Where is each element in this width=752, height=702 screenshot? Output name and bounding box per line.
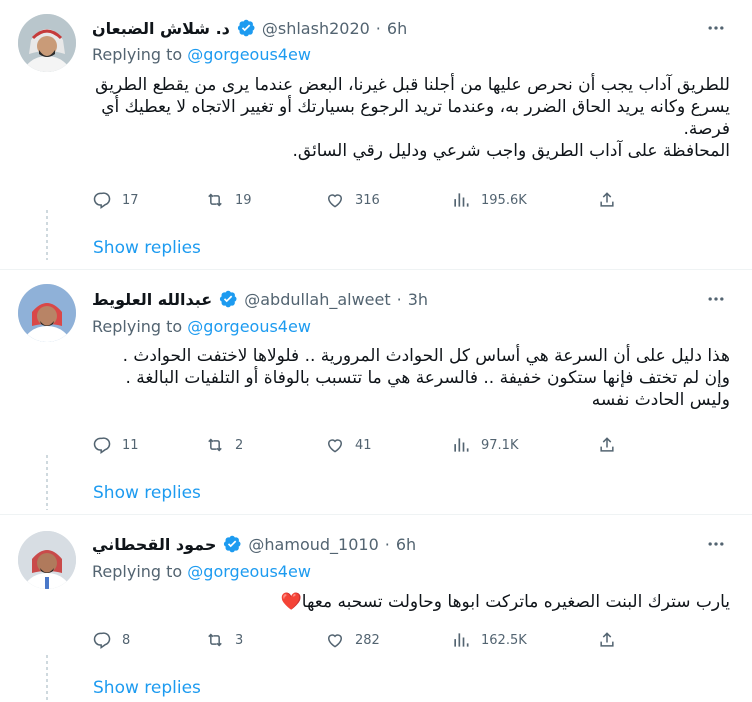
show-replies-link[interactable]: Show replies xyxy=(93,483,201,503)
author-name[interactable]: د. شلاش الضبعان xyxy=(92,19,230,38)
more-icon[interactable] xyxy=(702,532,730,556)
reply-icon xyxy=(93,632,111,649)
like-count: 316 xyxy=(355,192,380,208)
tweet[interactable]: حمود القحطاني @hamoud_1010 · 6h Replying… xyxy=(0,515,752,702)
retweet-icon xyxy=(208,633,222,647)
verified-badge-icon xyxy=(236,18,256,38)
replying-to-mention[interactable]: @gorgeous4ew xyxy=(187,317,311,336)
views-icon xyxy=(454,193,469,207)
retweet-count: 3 xyxy=(235,632,244,648)
share-icon xyxy=(600,437,614,452)
replying-to: Replying to @gorgeous4ew xyxy=(92,562,311,584)
heart-icon xyxy=(327,194,343,208)
author-name[interactable]: عبدالله العلويط xyxy=(92,290,212,309)
tweet-text: للطريق آداب يجب أن نحرص عليها من أجلنا ق… xyxy=(95,75,730,161)
tweet[interactable]: عبدالله العلويط @abdullah_alweet · 3h Re… xyxy=(0,270,752,510)
views-count: 162.5K xyxy=(481,632,527,648)
replying-to: Replying to @gorgeous4ew xyxy=(92,317,311,339)
retweet-button[interactable]: 2 xyxy=(205,435,325,455)
views-button[interactable]: 162.5K xyxy=(451,630,597,650)
share-button[interactable] xyxy=(597,435,617,455)
thread-connector xyxy=(46,455,48,510)
thread-connector xyxy=(46,210,48,260)
reply-button[interactable]: 8 xyxy=(92,630,205,650)
heart-icon xyxy=(327,439,343,453)
verified-badge-icon xyxy=(222,534,242,554)
like-count: 41 xyxy=(355,437,372,453)
views-icon xyxy=(454,438,469,452)
tweet-time[interactable]: 3h xyxy=(408,290,428,309)
retweet-icon xyxy=(208,193,222,207)
avatar[interactable] xyxy=(18,284,76,342)
reply-count: 11 xyxy=(122,437,139,453)
like-count: 282 xyxy=(355,632,380,648)
replying-to-mention[interactable]: @gorgeous4ew xyxy=(187,562,311,581)
replying-to-label: Replying to xyxy=(92,317,183,336)
retweet-button[interactable]: 3 xyxy=(205,630,325,650)
share-icon xyxy=(600,192,614,207)
author-handle[interactable]: @shlash2020 xyxy=(262,19,370,38)
tweet-header: عبدالله العلويط @abdullah_alweet · 3h xyxy=(92,287,692,311)
retweet-count: 19 xyxy=(235,192,252,208)
views-count: 97.1K xyxy=(481,437,519,453)
replying-to: Replying to @gorgeous4ew xyxy=(92,45,311,67)
tweet-actions: 8 3 282 162.5K xyxy=(92,628,632,652)
retweet-icon xyxy=(208,438,222,452)
replies-feed: د. شلاش الضبعان @shlash2020 · 6h Replyin… xyxy=(0,0,752,702)
author-handle[interactable]: @hamoud_1010 xyxy=(248,535,378,554)
tweet[interactable]: د. شلاش الضبعان @shlash2020 · 6h Replyin… xyxy=(0,0,752,265)
reply-count: 8 xyxy=(122,632,131,648)
reply-count: 17 xyxy=(122,192,139,208)
tweet-text: يارب سترك البنت الصغيره ماتركت ابوها وحا… xyxy=(280,592,730,612)
more-icon[interactable] xyxy=(702,287,730,311)
tweet-actions: 17 19 316 195.6K xyxy=(92,188,632,212)
like-button[interactable]: 41 xyxy=(325,435,451,455)
author-name[interactable]: حمود القحطاني xyxy=(92,535,216,554)
more-icon[interactable] xyxy=(702,16,730,40)
reply-button[interactable]: 17 xyxy=(92,190,205,210)
author-handle[interactable]: @abdullah_alweet xyxy=(244,290,390,309)
reply-icon xyxy=(93,437,111,454)
show-replies-link[interactable]: Show replies xyxy=(93,678,201,698)
separator-dot: · xyxy=(384,534,390,554)
reply-button[interactable]: 11 xyxy=(92,435,205,455)
views-icon xyxy=(454,633,469,647)
replying-to-mention[interactable]: @gorgeous4ew xyxy=(187,45,311,64)
tweet-header: حمود القحطاني @hamoud_1010 · 6h xyxy=(92,532,692,556)
reply-icon xyxy=(93,192,111,209)
verified-badge-icon xyxy=(218,289,238,309)
separator-dot: · xyxy=(396,289,402,309)
share-icon xyxy=(600,632,614,647)
share-button[interactable] xyxy=(597,630,617,650)
replying-to-label: Replying to xyxy=(92,45,183,64)
tweet-time[interactable]: 6h xyxy=(396,535,416,554)
tweet-actions: 11 2 41 97.1K xyxy=(92,433,632,457)
tweet-text: هذا دليل على أن السرعة هي أساس كل الحواد… xyxy=(122,346,730,410)
tweet-header: د. شلاش الضبعان @shlash2020 · 6h xyxy=(92,16,692,40)
like-button[interactable]: 316 xyxy=(325,190,451,210)
retweet-button[interactable]: 19 xyxy=(205,190,325,210)
heart-icon xyxy=(327,634,343,648)
separator-dot: · xyxy=(375,18,381,38)
views-count: 195.6K xyxy=(481,192,527,208)
like-button[interactable]: 282 xyxy=(325,630,451,650)
replying-to-label: Replying to xyxy=(92,562,183,581)
thread-connector xyxy=(46,655,48,702)
share-button[interactable] xyxy=(597,190,617,210)
views-button[interactable]: 97.1K xyxy=(451,435,597,455)
avatar[interactable] xyxy=(18,531,76,589)
show-replies-link[interactable]: Show replies xyxy=(93,238,201,258)
avatar[interactable] xyxy=(18,14,76,72)
views-button[interactable]: 195.6K xyxy=(451,190,597,210)
retweet-count: 2 xyxy=(235,437,244,453)
tweet-time[interactable]: 6h xyxy=(387,19,407,38)
